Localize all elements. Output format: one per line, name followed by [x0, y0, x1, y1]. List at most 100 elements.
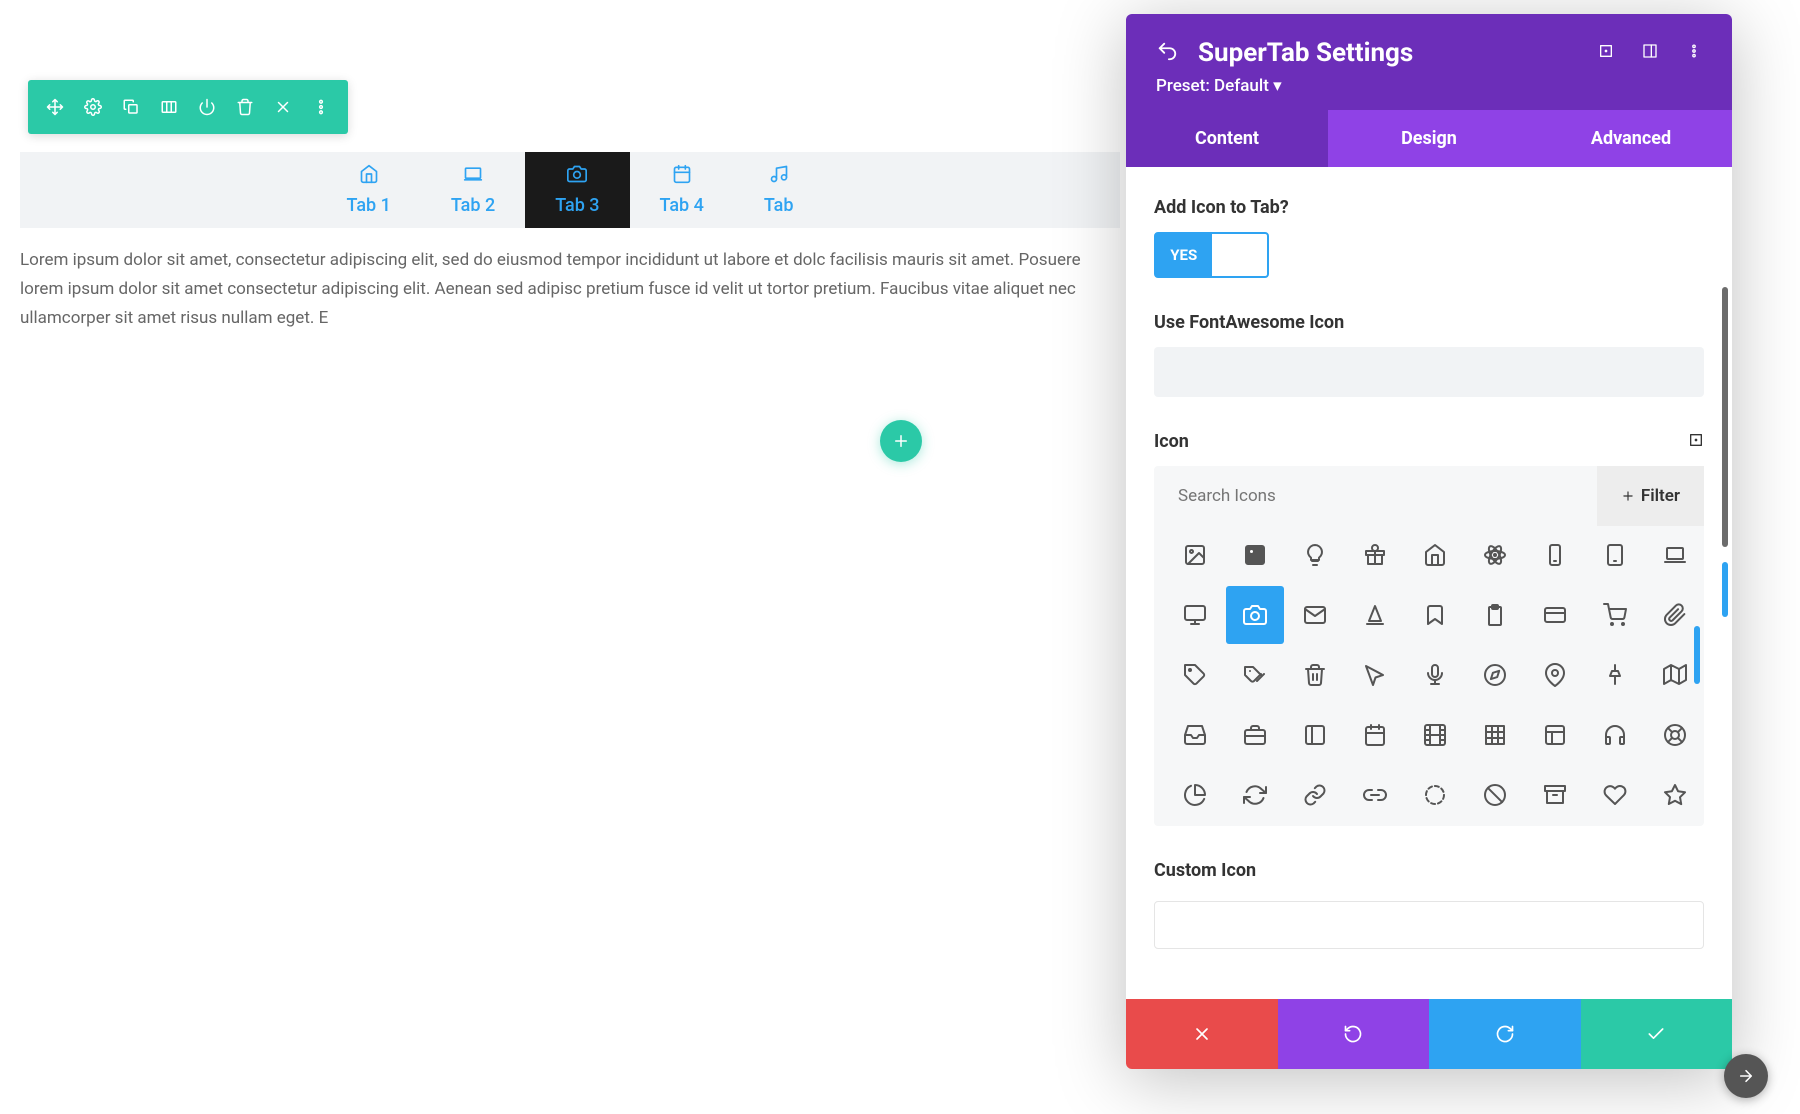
settings-icon[interactable]: [74, 88, 112, 126]
headphones-icon[interactable]: [1586, 706, 1644, 764]
clipboard-icon[interactable]: [1466, 586, 1524, 644]
icon-grid: [1166, 526, 1692, 816]
star-icon[interactable]: [1646, 766, 1704, 816]
link2-icon[interactable]: [1346, 766, 1404, 816]
link-icon[interactable]: [1286, 766, 1344, 816]
tag-icon[interactable]: [1166, 646, 1224, 704]
lifebuoy-icon[interactable]: [1646, 706, 1704, 764]
filter-button[interactable]: Filter: [1597, 466, 1704, 526]
tab-label: Tab 4: [660, 195, 704, 216]
grid-icon[interactable]: [1466, 706, 1524, 764]
back-icon[interactable]: [1156, 40, 1178, 66]
cursor-icon[interactable]: [1346, 646, 1404, 704]
mail-icon[interactable]: [1286, 586, 1344, 644]
duplicate-icon[interactable]: [112, 88, 150, 126]
more-icon[interactable]: [1686, 43, 1702, 63]
panel-icon[interactable]: [1286, 706, 1344, 764]
tab-advanced[interactable]: Advanced: [1530, 110, 1732, 167]
gift-icon[interactable]: [1346, 526, 1404, 584]
close-icon[interactable]: [264, 88, 302, 126]
add-module-button[interactable]: [880, 420, 922, 462]
archive-icon[interactable]: [1526, 766, 1584, 816]
tab-5[interactable]: Tab: [734, 152, 824, 228]
monitor-icon[interactable]: [1166, 586, 1224, 644]
cone-icon[interactable]: [1346, 586, 1404, 644]
move-icon[interactable]: [36, 88, 74, 126]
icon-label: Icon: [1154, 431, 1189, 452]
film-icon[interactable]: [1406, 706, 1464, 764]
tablet-icon[interactable]: [1586, 526, 1644, 584]
trash-icon[interactable]: [1286, 646, 1344, 704]
tab-4[interactable]: Tab 4: [630, 152, 734, 228]
image-filled-icon[interactable]: [1226, 526, 1284, 584]
fontawesome-label: Use FontAwesome Icon: [1154, 312, 1704, 333]
delete-icon[interactable]: [226, 88, 264, 126]
calendar-icon: [660, 164, 704, 189]
refresh-icon[interactable]: [1226, 766, 1284, 816]
smartphone-icon[interactable]: [1526, 526, 1584, 584]
redo-button[interactable]: [1429, 999, 1581, 1069]
bookmark-icon[interactable]: [1406, 586, 1464, 644]
calendar-icon[interactable]: [1346, 706, 1404, 764]
tab-label: Tab: [764, 195, 794, 216]
more-icon[interactable]: [302, 88, 340, 126]
laptop-icon[interactable]: [1646, 526, 1704, 584]
icon-search-input[interactable]: [1154, 466, 1597, 526]
columns-icon[interactable]: [150, 88, 188, 126]
content-text: Lorem ipsum dolor sit amet, consectetur …: [20, 228, 1120, 351]
panel-footer: [1126, 999, 1732, 1069]
cart-icon[interactable]: [1586, 586, 1644, 644]
resize-handle[interactable]: [1724, 1054, 1768, 1098]
panel-body: Add Icon to Tab? YES Use FontAwesome Ico…: [1126, 167, 1732, 999]
tab-1[interactable]: Tab 1: [317, 152, 421, 228]
compass-icon[interactable]: [1466, 646, 1524, 704]
preset-dropdown[interactable]: Preset: Default ▾: [1156, 76, 1702, 96]
tab-label: Tab 3: [555, 195, 599, 216]
spinner-icon[interactable]: [1406, 766, 1464, 816]
tags-icon[interactable]: [1226, 646, 1284, 704]
icon-grid-scrollbar[interactable]: [1694, 626, 1700, 684]
layout-icon[interactable]: [1526, 706, 1584, 764]
tab-content[interactable]: Content: [1126, 110, 1328, 167]
pie-icon[interactable]: [1166, 766, 1224, 816]
cancel-button[interactable]: [1126, 999, 1278, 1069]
add-icon-toggle[interactable]: YES: [1154, 232, 1269, 278]
dock-icon[interactable]: [1642, 43, 1658, 63]
music-icon: [764, 164, 794, 189]
tab-2[interactable]: Tab 2: [421, 152, 525, 228]
inbox-icon[interactable]: [1166, 706, 1224, 764]
module-toolbar: [28, 80, 348, 134]
panel-scrollbar[interactable]: [1722, 287, 1728, 547]
expand-icon[interactable]: [1688, 432, 1704, 452]
settings-panel: SuperTab Settings Preset: Default ▾ Cont…: [1126, 14, 1732, 1069]
heart-icon[interactable]: [1586, 766, 1644, 816]
save-button[interactable]: [1581, 999, 1733, 1069]
undo-button[interactable]: [1278, 999, 1430, 1069]
pin-icon[interactable]: [1526, 646, 1584, 704]
filter-label: Filter: [1641, 486, 1680, 506]
panel-header: SuperTab Settings Preset: Default ▾: [1126, 14, 1732, 110]
image-icon[interactable]: [1166, 526, 1224, 584]
briefcase-icon[interactable]: [1226, 706, 1284, 764]
credit-card-icon[interactable]: [1526, 586, 1584, 644]
toggle-yes: YES: [1156, 234, 1212, 276]
atom-icon[interactable]: [1466, 526, 1524, 584]
home-icon[interactable]: [1406, 526, 1464, 584]
panel-scrollbar-section[interactable]: [1722, 562, 1728, 617]
pushpin-icon[interactable]: [1586, 646, 1644, 704]
icon-picker: Filter: [1154, 466, 1704, 826]
fontawesome-input[interactable]: [1154, 347, 1704, 397]
home-icon: [347, 164, 391, 189]
custom-icon-input[interactable]: [1154, 901, 1704, 949]
camera-icon[interactable]: [1226, 586, 1284, 644]
mic-icon[interactable]: [1406, 646, 1464, 704]
expand-icon[interactable]: [1598, 43, 1614, 63]
tab-design[interactable]: Design: [1328, 110, 1530, 167]
tab-label: Tab 2: [451, 195, 495, 216]
bulb-icon[interactable]: [1286, 526, 1344, 584]
tab-3[interactable]: Tab 3: [525, 152, 629, 228]
ban-icon[interactable]: [1466, 766, 1524, 816]
add-icon-label: Add Icon to Tab?: [1154, 197, 1704, 218]
power-icon[interactable]: [188, 88, 226, 126]
camera-icon: [555, 164, 599, 189]
